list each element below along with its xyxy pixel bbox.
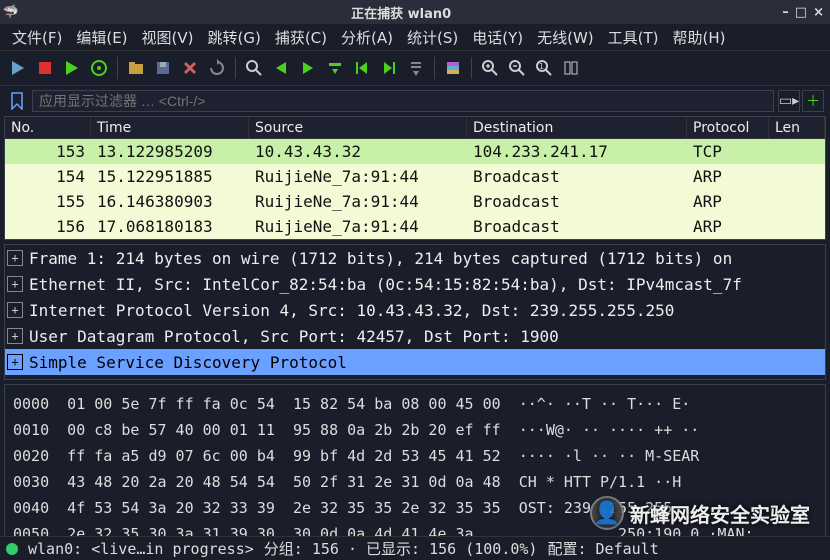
open-file-icon[interactable] — [124, 56, 148, 80]
packet-row[interactable]: 15516.146380903RuijieNe_7a:91:44Broadcas… — [5, 189, 825, 214]
status-interface: wlan0: <live…in progress> — [28, 540, 254, 558]
go-forward-icon[interactable] — [296, 56, 320, 80]
filter-expression-button[interactable]: ▭▸ — [778, 90, 800, 112]
detail-tree-item[interactable]: +Internet Protocol Version 4, Src: 10.43… — [5, 297, 825, 323]
zoom-out-icon[interactable] — [505, 56, 529, 80]
statusbar: wlan0: <live…in progress> 分组: 156 · 已显示:… — [0, 536, 830, 560]
auto-scroll-icon[interactable] — [404, 56, 428, 80]
packet-list[interactable]: No. Time Source Destination Protocol Len… — [4, 116, 826, 240]
menu-tools[interactable]: 工具(T) — [602, 25, 665, 50]
expand-icon[interactable]: + — [7, 354, 23, 370]
window-title: 正在捕获 wlan0 — [20, 3, 782, 22]
zoom-reset-icon[interactable]: 1 — [532, 56, 556, 80]
reload-icon[interactable] — [205, 56, 229, 80]
menubar: 文件(F) 编辑(E) 视图(V) 跳转(G) 捕获(C) 分析(A) 统计(S… — [0, 24, 830, 50]
display-filter-bar: ▭▸ ＋ — [0, 86, 830, 116]
col-protocol[interactable]: Protocol — [687, 117, 769, 138]
packet-list-header: No. Time Source Destination Protocol Len — [5, 117, 825, 139]
menu-stats[interactable]: 统计(S) — [401, 25, 464, 50]
menu-view[interactable]: 视图(V) — [136, 25, 200, 50]
menu-wireless[interactable]: 无线(W) — [531, 25, 600, 50]
go-to-packet-icon[interactable] — [323, 56, 347, 80]
restart-capture-icon[interactable] — [60, 56, 84, 80]
status-profile: 配置: Default — [547, 538, 658, 559]
stop-capture-icon[interactable] — [33, 56, 57, 80]
toolbar: 1 — [0, 50, 830, 86]
expert-info-icon[interactable] — [6, 543, 18, 555]
packet-row[interactable]: 15415.122951885RuijieNe_7a:91:44Broadcas… — [5, 164, 825, 189]
expand-icon[interactable]: + — [7, 302, 23, 318]
go-last-icon[interactable] — [377, 56, 401, 80]
col-length[interactable]: Len — [769, 117, 825, 138]
detail-tree-item[interactable]: +Frame 1: 214 bytes on wire (1712 bits),… — [5, 245, 825, 271]
menu-file[interactable]: 文件(F) — [6, 25, 68, 50]
filter-bookmark-icon[interactable] — [6, 90, 28, 112]
resize-columns-icon[interactable] — [559, 56, 583, 80]
capture-options-icon[interactable] — [87, 56, 111, 80]
menu-help[interactable]: 帮助(H) — [667, 25, 732, 50]
status-packets: 分组: 156 · 已显示: 156 (100.0%) — [264, 538, 538, 559]
packet-details-pane[interactable]: +Frame 1: 214 bytes on wire (1712 bits),… — [4, 244, 826, 380]
save-file-icon[interactable] — [151, 56, 175, 80]
find-packet-icon[interactable] — [242, 56, 266, 80]
packet-row[interactable]: 15617.068180183RuijieNe_7a:91:44Broadcas… — [5, 214, 825, 239]
col-source[interactable]: Source — [249, 117, 467, 138]
menu-go[interactable]: 跳转(G) — [202, 25, 267, 50]
packet-row[interactable]: 15313.12298520910.43.43.32104.233.241.17… — [5, 139, 825, 164]
detail-tree-item[interactable]: +User Datagram Protocol, Src Port: 42457… — [5, 323, 825, 349]
menu-capture[interactable]: 捕获(C) — [269, 25, 333, 50]
col-time[interactable]: Time — [91, 117, 249, 138]
go-first-icon[interactable] — [350, 56, 374, 80]
display-filter-input[interactable] — [32, 90, 774, 112]
maximize-button[interactable]: □ — [795, 5, 807, 20]
filter-add-button[interactable]: ＋ — [802, 90, 824, 112]
app-icon: 🦈 — [2, 5, 20, 20]
expand-icon[interactable]: + — [7, 250, 23, 266]
colorize-icon[interactable] — [441, 56, 465, 80]
titlebar: 🦈 正在捕获 wlan0 – □ × — [0, 0, 830, 24]
go-back-icon[interactable] — [269, 56, 293, 80]
detail-tree-item[interactable]: +Ethernet II, Src: IntelCor_82:54:ba (0c… — [5, 271, 825, 297]
menu-edit[interactable]: 编辑(E) — [70, 25, 133, 50]
col-no[interactable]: No. — [5, 117, 91, 138]
detail-tree-item[interactable]: +Simple Service Discovery Protocol — [5, 349, 825, 375]
svg-text:1: 1 — [539, 62, 544, 71]
close-file-icon[interactable] — [178, 56, 202, 80]
col-dest[interactable]: Destination — [467, 117, 687, 138]
minimize-button[interactable]: – — [782, 5, 789, 20]
zoom-in-icon[interactable] — [478, 56, 502, 80]
menu-analyze[interactable]: 分析(A) — [335, 25, 399, 50]
packet-bytes-pane[interactable]: 0000 01 00 5e 7f ff fa 0c 54 15 82 54 ba… — [4, 384, 826, 550]
expand-icon[interactable]: + — [7, 328, 23, 344]
start-capture-icon[interactable] — [6, 56, 30, 80]
close-button[interactable]: × — [813, 5, 824, 20]
expand-icon[interactable]: + — [7, 276, 23, 292]
menu-phone[interactable]: 电话(Y) — [466, 25, 529, 50]
